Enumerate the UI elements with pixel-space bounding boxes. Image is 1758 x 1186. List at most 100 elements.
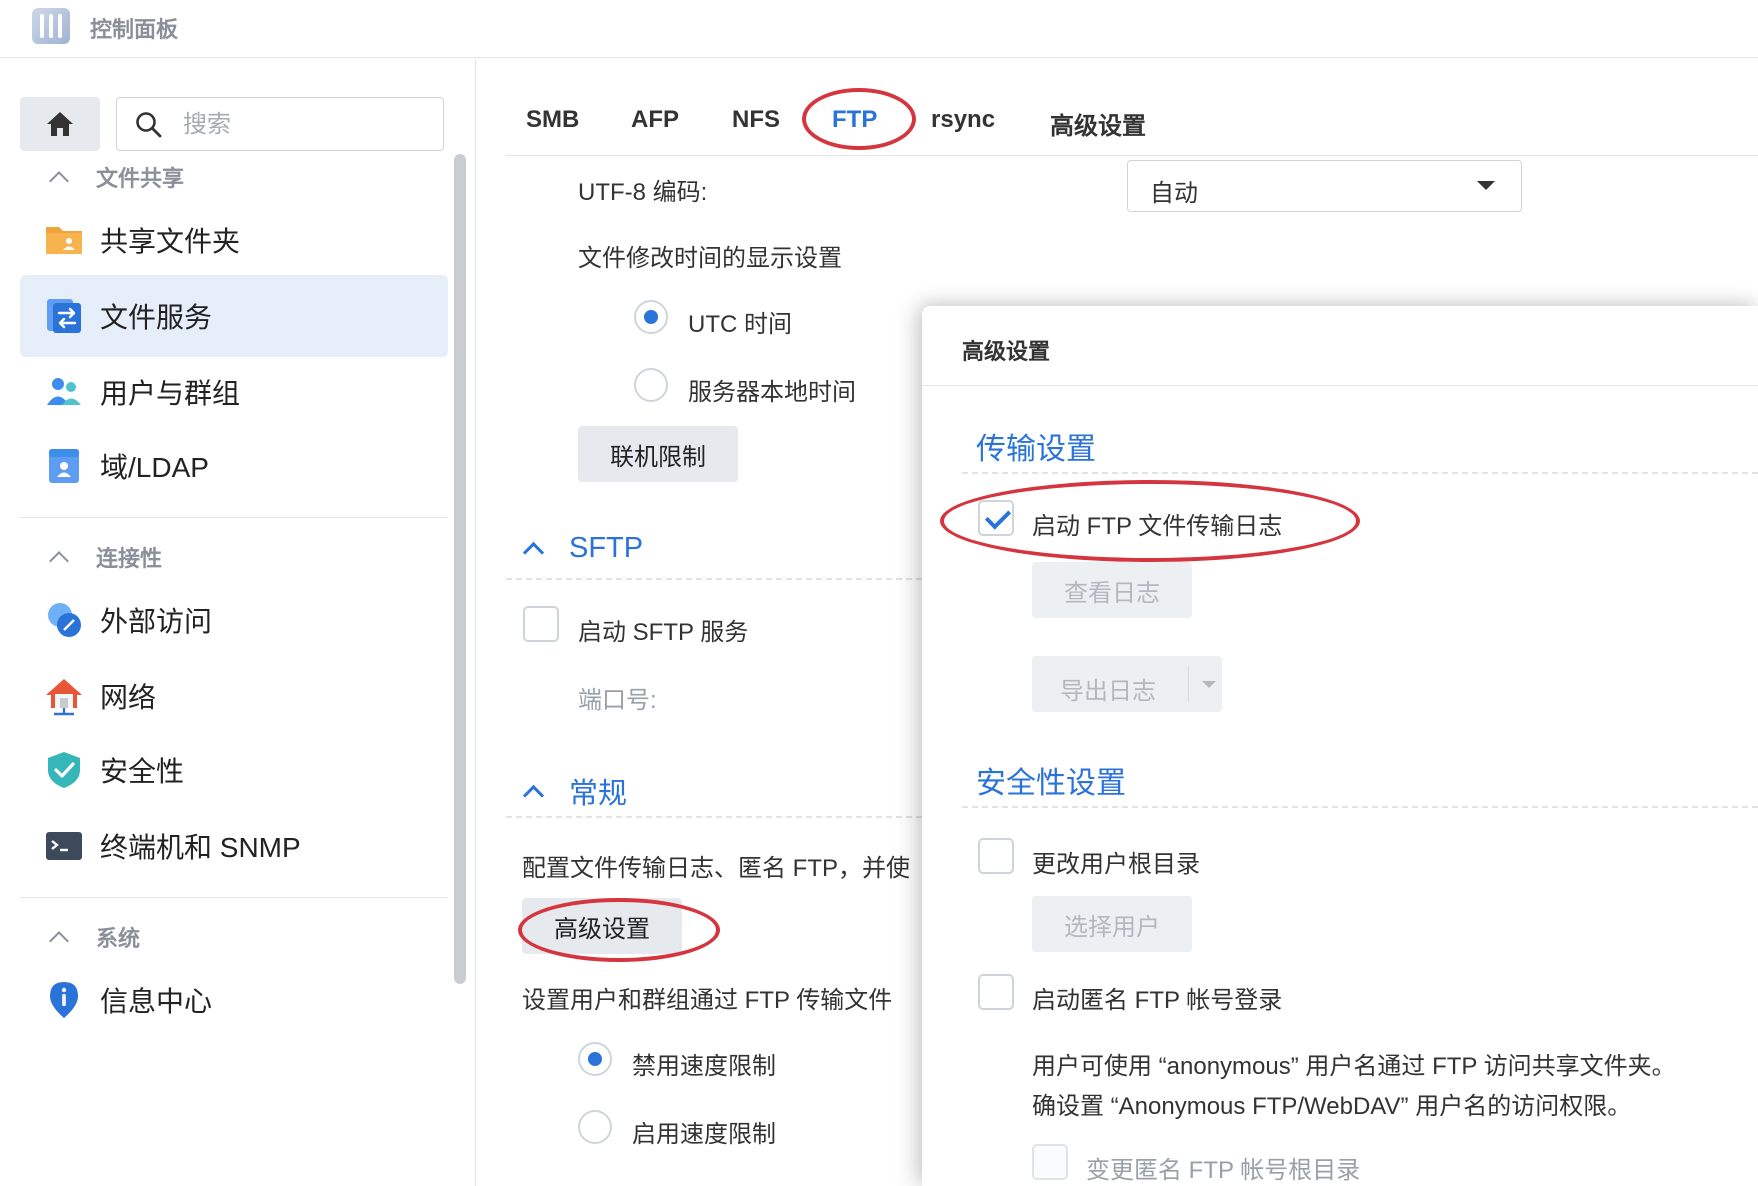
chevron-up-icon bbox=[49, 551, 69, 571]
tab-afp[interactable]: AFP bbox=[631, 106, 679, 134]
dashed-divider bbox=[962, 806, 1758, 808]
sftp-port-label: 端口号: bbox=[578, 687, 657, 714]
section-label: 系统 bbox=[96, 926, 141, 951]
sftp-group-header[interactable]: SFTP bbox=[522, 532, 644, 565]
folder-user-icon bbox=[44, 220, 84, 260]
sidebar-item-label: 网络 bbox=[100, 682, 157, 713]
section-system[interactable]: 系统 bbox=[49, 921, 141, 953]
home-button[interactable] bbox=[20, 97, 100, 151]
dashed-divider bbox=[962, 472, 1758, 474]
dashed-divider bbox=[506, 578, 922, 580]
sidebar: 文件共享 共享文件夹 文件服务 用户与群组 域/LDAP 连接性 外部访问 bbox=[0, 59, 476, 1186]
dialog-header: 高级设置 bbox=[922, 306, 1758, 386]
change-root-checkbox[interactable] bbox=[978, 838, 1014, 874]
app-title: 控制面板 bbox=[90, 17, 179, 42]
sidebar-item-network[interactable]: 网络 bbox=[20, 655, 448, 737]
dashed-divider bbox=[506, 816, 922, 818]
tab-bar: SMB AFP NFS FTP rsync 高级设置 bbox=[506, 90, 1758, 156]
general-title: 常规 bbox=[569, 778, 628, 810]
view-log-button[interactable]: 查看日志 bbox=[1032, 562, 1192, 618]
radio-local-time-label: 服务器本地时间 bbox=[688, 379, 856, 406]
section-label: 文件共享 bbox=[96, 166, 185, 191]
chevron-up-icon bbox=[522, 784, 545, 806]
sidebar-item-label: 外部访问 bbox=[100, 606, 213, 637]
tab-ftp[interactable]: FTP bbox=[832, 106, 877, 134]
change-anonymous-root-label: 变更匿名 FTP 帐号根目录 bbox=[1086, 1157, 1361, 1184]
export-log-button[interactable]: 导出日志 bbox=[1032, 656, 1222, 712]
anonymous-description-line1: 用户可使用 “anonymous” 用户名通过 FTP 访问共享文件夹。 bbox=[1032, 1053, 1676, 1080]
search-box[interactable] bbox=[116, 97, 444, 151]
section-file-sharing[interactable]: 文件共享 bbox=[49, 161, 185, 193]
mtime-label: 文件修改时间的显示设置 bbox=[578, 245, 842, 272]
transfer-settings-title: 传输设置 bbox=[976, 433, 1096, 466]
control-panel-icon bbox=[32, 8, 70, 44]
tab-nfs[interactable]: NFS bbox=[732, 106, 780, 134]
sidebar-item-file-services[interactable]: 文件服务 bbox=[20, 275, 448, 357]
tab-rsync[interactable]: rsync bbox=[931, 106, 995, 134]
select-user-button[interactable]: 选择用户 bbox=[1032, 896, 1192, 952]
sidebar-item-info-center[interactable]: 信息中心 bbox=[20, 959, 448, 1041]
speed-limit-description: 设置用户和群组通过 FTP 传输文件 bbox=[522, 987, 893, 1014]
search-icon bbox=[136, 112, 162, 138]
radio-disable-speed-limit-label: 禁用速度限制 bbox=[632, 1053, 776, 1080]
advanced-settings-dialog: 高级设置 传输设置 启动 FTP 文件传输日志 查看日志 导出日志 安全性设置 … bbox=[922, 306, 1758, 1186]
radio-disable-speed-limit[interactable] bbox=[578, 1042, 612, 1076]
utf8-label: UTF-8 编码: bbox=[578, 179, 708, 206]
chevron-up-icon bbox=[49, 171, 69, 191]
sidebar-item-label: 域/LDAP bbox=[100, 452, 209, 483]
general-description: 配置文件传输日志、匿名 FTP，并使 bbox=[522, 855, 910, 882]
anonymous-description-line2: 确设置 “Anonymous FTP/WebDAV” 用户名的访问权限。 bbox=[1032, 1093, 1632, 1120]
home-icon bbox=[47, 112, 73, 136]
radio-utc-label: UTC 时间 bbox=[688, 311, 792, 338]
enable-anonymous-checkbox[interactable] bbox=[978, 974, 1014, 1010]
chevron-up-icon bbox=[49, 931, 69, 951]
caret-down-icon bbox=[1477, 181, 1495, 190]
sidebar-item-external-access[interactable]: 外部访问 bbox=[20, 579, 448, 661]
general-group-header[interactable]: 常规 bbox=[522, 770, 628, 812]
sidebar-item-label: 文件服务 bbox=[100, 302, 213, 333]
radio-local-time[interactable] bbox=[634, 368, 668, 402]
caret-down-icon[interactable] bbox=[1202, 681, 1216, 688]
utf8-select-value: 自动 bbox=[1150, 180, 1198, 207]
section-connectivity[interactable]: 连接性 bbox=[49, 541, 163, 573]
info-icon bbox=[44, 980, 84, 1020]
shield-check-icon bbox=[44, 750, 84, 790]
terminal-icon bbox=[44, 826, 84, 866]
sidebar-scrollbar[interactable] bbox=[454, 154, 466, 984]
utf8-select[interactable]: 自动 bbox=[1127, 160, 1522, 212]
section-label: 连接性 bbox=[96, 546, 163, 571]
sidebar-divider bbox=[20, 897, 448, 898]
search-input[interactable] bbox=[183, 108, 423, 142]
export-log-label: 导出日志 bbox=[1060, 678, 1156, 705]
radio-enable-speed-limit-label: 启用速度限制 bbox=[632, 1121, 776, 1148]
sidebar-item-users-groups[interactable]: 用户与群组 bbox=[20, 351, 448, 433]
sidebar-item-domain-ldap[interactable]: 域/LDAP bbox=[20, 425, 448, 507]
sftp-title: SFTP bbox=[569, 532, 644, 564]
sidebar-item-label: 用户与群组 bbox=[100, 378, 241, 409]
enable-sftp-label: 启动 SFTP 服务 bbox=[578, 619, 749, 646]
enable-ftp-log-checkbox[interactable] bbox=[978, 500, 1014, 536]
network-house-icon bbox=[44, 676, 84, 716]
sidebar-divider bbox=[20, 517, 448, 518]
external-access-icon bbox=[44, 600, 84, 640]
enable-anonymous-label: 启动匿名 FTP 帐号登录 bbox=[1032, 987, 1283, 1014]
sidebar-item-terminal-snmp[interactable]: 终端机和 SNMP bbox=[20, 805, 448, 887]
radio-enable-speed-limit[interactable] bbox=[578, 1110, 612, 1144]
file-services-icon bbox=[44, 296, 84, 336]
dialog-title: 高级设置 bbox=[962, 339, 1051, 364]
sidebar-item-label: 终端机和 SNMP bbox=[100, 832, 301, 863]
radio-utc[interactable] bbox=[634, 300, 668, 334]
change-anonymous-root-checkbox[interactable] bbox=[1032, 1144, 1068, 1180]
enable-sftp-checkbox[interactable] bbox=[523, 606, 559, 642]
connection-limit-button[interactable]: 联机限制 bbox=[578, 426, 738, 482]
tab-advanced[interactable]: 高级设置 bbox=[1050, 106, 1146, 141]
domain-ldap-icon bbox=[44, 446, 84, 486]
change-root-label: 更改用户根目录 bbox=[1032, 851, 1200, 878]
security-settings-title: 安全性设置 bbox=[976, 767, 1126, 800]
sidebar-item-label: 安全性 bbox=[100, 756, 185, 787]
sidebar-item-security[interactable]: 安全性 bbox=[20, 729, 448, 811]
sidebar-item-label: 信息中心 bbox=[100, 986, 213, 1017]
sidebar-item-shared-folder[interactable]: 共享文件夹 bbox=[20, 199, 448, 281]
tab-smb[interactable]: SMB bbox=[526, 106, 579, 134]
advanced-settings-button[interactable]: 高级设置 bbox=[522, 898, 682, 954]
